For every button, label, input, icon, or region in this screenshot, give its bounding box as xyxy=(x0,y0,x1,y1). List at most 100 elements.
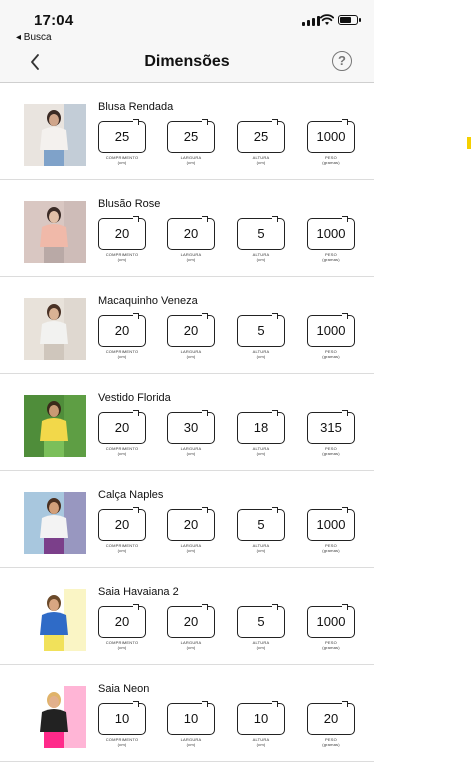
length-field: 20 COMPRIMENTO (cm) xyxy=(98,216,146,262)
back-to-app-link[interactable]: ◂ Busca xyxy=(16,32,52,43)
length-label: COMPRIMENTO (cm) xyxy=(105,252,139,262)
width-label: LARGURA (cm) xyxy=(180,737,202,747)
height-label: ALTURA (cm) xyxy=(252,640,270,650)
length-field: 20 COMPRIMENTO (cm) xyxy=(98,410,146,456)
product-thumbnail xyxy=(24,686,86,748)
status-time: 17:04 xyxy=(34,12,74,29)
height-label: ALTURA (cm) xyxy=(252,737,270,747)
width-input[interactable]: 20 xyxy=(167,313,215,347)
app-screen: 17:04 ◂ Busca Dimensões ? Blusa Rendada … xyxy=(0,0,374,768)
height-label: ALTURA (cm) xyxy=(252,349,270,359)
length-label: COMPRIMENTO (cm) xyxy=(105,446,139,456)
height-field: 5 ALTURA (cm) xyxy=(237,507,285,553)
width-field: 20 LARGURA (cm) xyxy=(167,507,215,553)
weight-label: PESO (gramas) xyxy=(322,543,340,553)
width-field: 10 LARGURA (cm) xyxy=(167,701,215,747)
product-name: Macaquinho Veneza xyxy=(98,295,198,307)
height-label: ALTURA (cm) xyxy=(252,252,270,262)
length-label: COMPRIMENTO (cm) xyxy=(105,543,139,553)
product-list: Blusa Rendada 25 COMPRIMENTO (cm) 25 LARG… xyxy=(0,83,374,762)
weight-input[interactable]: 1000 xyxy=(307,313,355,347)
length-input[interactable]: 20 xyxy=(98,604,146,638)
width-label: LARGURA (cm) xyxy=(180,252,202,262)
weight-input[interactable]: 1000 xyxy=(307,507,355,541)
length-label: COMPRIMENTO (cm) xyxy=(105,640,139,650)
length-input[interactable]: 20 xyxy=(98,216,146,250)
weight-field: 20 PESO (gramas) xyxy=(307,701,355,747)
weight-input[interactable]: 20 xyxy=(307,701,355,735)
weight-input[interactable]: 1000 xyxy=(307,216,355,250)
weight-label: PESO (gramas) xyxy=(322,252,340,262)
height-input[interactable]: 5 xyxy=(237,604,285,638)
product-thumbnail xyxy=(24,492,86,554)
weight-field: 1000 PESO (gramas) xyxy=(307,216,355,262)
height-input[interactable]: 5 xyxy=(237,507,285,541)
width-field: 25 LARGURA (cm) xyxy=(167,119,215,165)
height-field: 5 ALTURA (cm) xyxy=(237,313,285,359)
weight-label: PESO (gramas) xyxy=(322,155,340,165)
width-input[interactable]: 10 xyxy=(167,701,215,735)
help-button[interactable]: ? xyxy=(332,51,352,71)
product-name: Vestido Florida xyxy=(98,392,171,404)
product-row: Vestido Florida 20 COMPRIMENTO (cm) 30 LA… xyxy=(0,374,374,471)
width-label: LARGURA (cm) xyxy=(180,349,202,359)
weight-label: PESO (gramas) xyxy=(322,349,340,359)
navigation-bar: Dimensões ? xyxy=(0,44,374,83)
weight-label: PESO (gramas) xyxy=(322,446,340,456)
height-field: 25 ALTURA (cm) xyxy=(237,119,285,165)
weight-input[interactable]: 315 xyxy=(307,410,355,444)
height-field: 10 ALTURA (cm) xyxy=(237,701,285,747)
product-name: Blusão Rose xyxy=(98,198,161,210)
width-label: LARGURA (cm) xyxy=(180,446,202,456)
width-field: 20 LARGURA (cm) xyxy=(167,313,215,359)
weight-field: 315 PESO (gramas) xyxy=(307,410,355,456)
signal-icon xyxy=(302,16,320,26)
weight-input[interactable]: 1000 xyxy=(307,604,355,638)
height-label: ALTURA (cm) xyxy=(252,155,270,165)
height-label: ALTURA (cm) xyxy=(252,543,270,553)
height-field: 5 ALTURA (cm) xyxy=(237,216,285,262)
width-field: 30 LARGURA (cm) xyxy=(167,410,215,456)
weight-field: 1000 PESO (gramas) xyxy=(307,313,355,359)
product-row: Calça Naples 20 COMPRIMENTO (cm) 20 LARGU… xyxy=(0,471,374,568)
length-input[interactable]: 20 xyxy=(98,313,146,347)
width-input[interactable]: 20 xyxy=(167,216,215,250)
product-name: Calça Naples xyxy=(98,489,164,501)
width-label: LARGURA (cm) xyxy=(180,640,202,650)
product-name: Saia Havaiana 2 xyxy=(98,586,179,598)
weight-field: 1000 PESO (gramas) xyxy=(307,604,355,650)
height-label: ALTURA (cm) xyxy=(252,446,270,456)
height-field: 18 ALTURA (cm) xyxy=(237,410,285,456)
product-row: Saia Neon 10 COMPRIMENTO (cm) 10 LARGURA(… xyxy=(0,665,374,762)
length-field: 25 COMPRIMENTO (cm) xyxy=(98,119,146,165)
width-label: LARGURA (cm) xyxy=(180,155,202,165)
width-field: 20 LARGURA (cm) xyxy=(167,604,215,650)
height-input[interactable]: 5 xyxy=(237,313,285,347)
weight-label: PESO (gramas) xyxy=(322,737,340,747)
width-input[interactable]: 20 xyxy=(167,604,215,638)
width-label: LARGURA (cm) xyxy=(180,543,202,553)
length-input[interactable]: 10 xyxy=(98,701,146,735)
length-label: COMPRIMENTO (cm) xyxy=(105,155,139,165)
product-row: Blusa Rendada 25 COMPRIMENTO (cm) 25 LARG… xyxy=(0,83,374,180)
width-input[interactable]: 20 xyxy=(167,507,215,541)
height-input[interactable]: 18 xyxy=(237,410,285,444)
weight-field: 1000 PESO (gramas) xyxy=(307,507,355,553)
weight-field: 1000 PESO (gramas) xyxy=(307,119,355,165)
length-input[interactable]: 20 xyxy=(98,507,146,541)
width-input[interactable]: 25 xyxy=(167,119,215,153)
length-input[interactable]: 25 xyxy=(98,119,146,153)
height-input[interactable]: 5 xyxy=(237,216,285,250)
width-field: 20 LARGURA (cm) xyxy=(167,216,215,262)
length-field: 10 COMPRIMENTO (cm) xyxy=(98,701,146,747)
product-thumbnail xyxy=(24,589,86,651)
height-input[interactable]: 10 xyxy=(237,701,285,735)
product-name: Saia Neon xyxy=(98,683,150,695)
status-bar: 17:04 ◂ Busca xyxy=(0,0,374,44)
weight-input[interactable]: 1000 xyxy=(307,119,355,153)
accent-marker xyxy=(467,137,471,149)
width-input[interactable]: 30 xyxy=(167,410,215,444)
height-input[interactable]: 25 xyxy=(237,119,285,153)
length-field: 20 COMPRIMENTO (cm) xyxy=(98,313,146,359)
length-input[interactable]: 20 xyxy=(98,410,146,444)
